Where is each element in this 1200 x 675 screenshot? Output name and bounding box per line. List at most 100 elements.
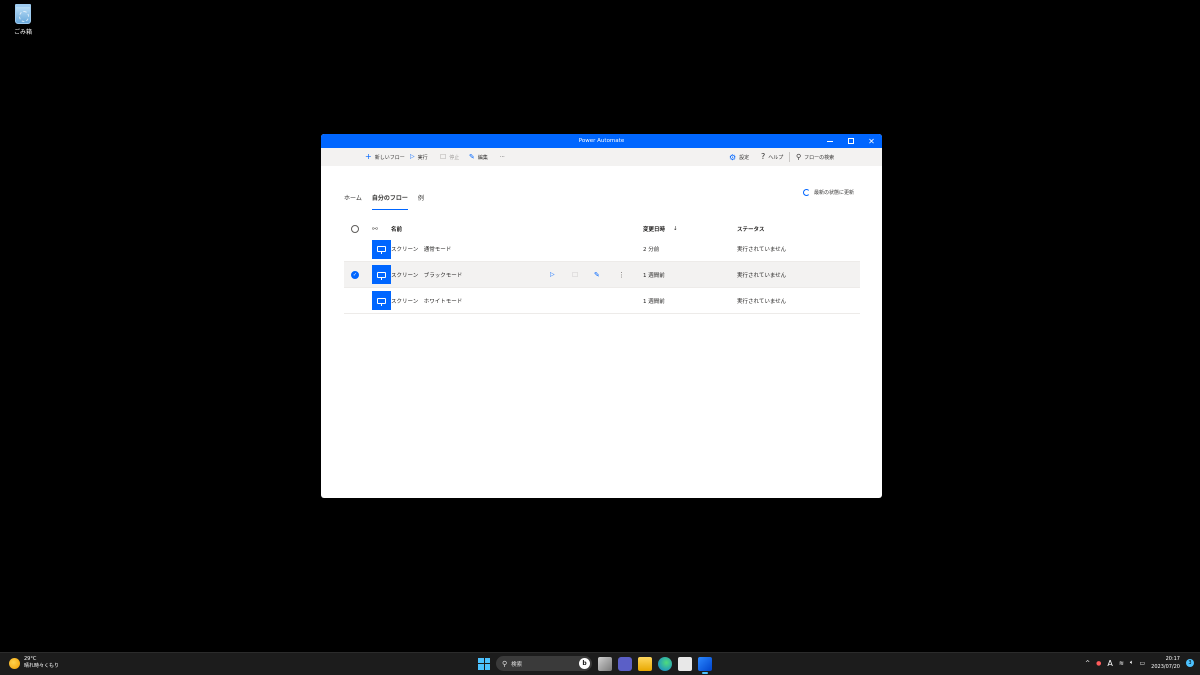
tab-examples[interactable]: 例: [418, 193, 424, 210]
edge-icon[interactable]: [658, 656, 672, 671]
flow-name: スクリーン ブラックモード: [391, 272, 463, 279]
flow-name: スクリーン ホワイトモード: [391, 298, 463, 305]
search-icon: ⚲: [502, 659, 508, 668]
flow-modified: 1 週間前: [643, 272, 665, 279]
minimize-icon: [826, 140, 833, 142]
refresh-button[interactable]: 最新の状態に更新: [802, 189, 854, 196]
flow-status: 実行されていません: [737, 272, 787, 279]
table-row[interactable]: スクリーン ホワイトモード 1 週間前 実行されていません: [344, 288, 860, 314]
row-run-button[interactable]: ▷: [550, 262, 555, 287]
column-header-modified[interactable]: 変更日時 ↓: [643, 222, 678, 236]
question-icon: ?: [761, 152, 766, 161]
more-commands-button[interactable]: ···: [500, 148, 505, 166]
flow-list: ⚯ 名前 変更日時 ↓ ステータス スクリーン 通常モード 2 分前 実行されて…: [344, 222, 860, 314]
column-header-name[interactable]: 名前: [391, 222, 402, 236]
store-icon[interactable]: [678, 656, 692, 671]
weather-description: 晴れ時々くもり: [24, 663, 60, 669]
taskbar-search[interactable]: ⚲ 検索 b: [496, 656, 592, 671]
window-title: Power Automate: [578, 138, 625, 144]
toolbar-divider: [789, 152, 790, 162]
maximize-icon: [847, 138, 854, 144]
chevron-up-icon[interactable]: ^: [1085, 660, 1090, 667]
teams-chat-icon[interactable]: [618, 656, 632, 671]
power-automate-window: Power Automate ✕ + 新しいフロー ▷ 実行 ☐ 停止 ✎ 編集…: [321, 134, 882, 498]
battery-icon[interactable]: ▭: [1140, 660, 1146, 667]
system-tray: ^ ● A ≋ 🔈︎ ▭ 20:17 2023/07/20 3: [1085, 655, 1194, 671]
bing-icon: b: [579, 658, 590, 669]
tab-my-flows[interactable]: 自分のフロー: [371, 193, 408, 210]
tab-home[interactable]: ホーム: [344, 193, 362, 210]
row-edit-button[interactable]: ✎: [594, 262, 600, 287]
pivot-tabs: ホーム 自分のフロー 例: [344, 193, 424, 210]
pencil-icon: ✎: [469, 152, 475, 161]
select-all-checkbox[interactable]: [351, 222, 359, 236]
task-view-icon[interactable]: [598, 656, 612, 671]
wifi-icon[interactable]: ≋: [1119, 660, 1124, 667]
stop-button[interactable]: ☐ 停止: [440, 148, 459, 166]
desktop-flow-icon: [372, 237, 391, 261]
flow-name: スクリーン 通常モード: [391, 247, 452, 253]
minimize-button[interactable]: [819, 134, 840, 148]
desktop-flow-icon: [372, 288, 391, 313]
ime-indicator[interactable]: A: [1107, 659, 1112, 668]
file-explorer-icon[interactable]: [638, 656, 652, 671]
search-icon: ⚲: [796, 152, 802, 161]
desktop-flow-icon: [372, 262, 391, 287]
maximize-button[interactable]: [840, 134, 861, 148]
settings-label: 設定: [739, 154, 750, 161]
more-vertical-icon: ⋮: [618, 270, 625, 279]
flow-status: 実行されていません: [737, 247, 787, 253]
start-button[interactable]: [478, 657, 490, 670]
flow-search-box[interactable]: ⚲ フローの検索: [796, 148, 834, 166]
power-automate-taskbar-icon[interactable]: [698, 656, 712, 674]
edit-button[interactable]: ✎ 編集: [469, 148, 488, 166]
clock[interactable]: 20:17 2023/07/20: [1151, 655, 1180, 671]
clock-date: 2023/07/20: [1151, 664, 1180, 670]
taskbar: 29°C 晴れ時々くもり ⚲ 検索 b ^ ● A ≋ 🔈︎ ▭ 20:17 2…: [0, 652, 1200, 675]
new-flow-button[interactable]: + 新しいフロー: [365, 148, 405, 166]
settings-button[interactable]: ⚙ 設定: [729, 148, 749, 166]
checkmark-icon: ✓: [351, 270, 359, 279]
plus-icon: +: [365, 152, 372, 161]
flow-modified: 1 週間前: [643, 298, 665, 305]
stop-icon: ☐: [572, 270, 579, 279]
row-more-button[interactable]: ⋮: [618, 262, 625, 287]
clock-time: 20:17: [1165, 656, 1180, 662]
run-button[interactable]: ▷ 実行: [410, 148, 428, 166]
table-row[interactable]: スクリーン 通常モード 2 分前 実行されていません: [344, 236, 860, 262]
edit-label: 編集: [477, 154, 488, 161]
app-tray-icon[interactable]: ●: [1096, 660, 1101, 667]
row-stop-button[interactable]: ☐: [572, 262, 578, 287]
notification-badge[interactable]: 3: [1186, 659, 1194, 667]
gear-icon: ⚙: [729, 152, 737, 162]
help-label: ヘルプ: [768, 154, 784, 161]
close-icon: ✕: [868, 136, 875, 146]
taskbar-search-label: 検索: [511, 661, 523, 668]
radio-icon: [351, 225, 359, 233]
command-bar: + 新しいフロー ▷ 実行 ☐ 停止 ✎ 編集 ··· ⚙ 設定 ? ヘルプ ⚲: [321, 148, 882, 166]
refresh-icon: [802, 189, 810, 196]
recycle-bin-label: ごみ箱: [13, 29, 32, 36]
row-checkbox[interactable]: ✓: [351, 262, 359, 287]
recycle-bin-icon: [15, 4, 31, 24]
new-flow-label: 新しいフロー: [374, 154, 405, 161]
flow-search-placeholder: フローの検索: [804, 154, 835, 161]
column-header-status[interactable]: ステータス: [737, 222, 765, 236]
weather-temperature: 29°C: [24, 656, 37, 662]
recycle-bin-desktop-icon[interactable]: ごみ箱: [8, 4, 38, 36]
stop-icon: ☐: [440, 152, 447, 161]
table-row[interactable]: ✓ スクリーン ブラックモード ▷ ☐ ✎ ⋮ 1 週間前 実行されていません: [344, 262, 860, 288]
taskbar-apps: ⚲ 検索 b: [478, 656, 712, 674]
more-icon: ···: [500, 154, 505, 160]
play-icon: ▷: [410, 153, 415, 160]
speaker-icon[interactable]: 🔈︎: [1130, 659, 1134, 667]
flow-status: 実行されていません: [737, 298, 787, 305]
close-button[interactable]: ✕: [861, 134, 882, 148]
flow-modified: 2 分前: [643, 247, 660, 253]
link-icon: ⚯: [372, 225, 378, 233]
weather-widget[interactable]: 29°C 晴れ時々くもり: [9, 656, 59, 670]
pencil-icon: ✎: [594, 270, 600, 279]
help-button[interactable]: ? ヘルプ: [761, 148, 783, 166]
play-icon: ▷: [550, 271, 555, 278]
title-bar[interactable]: Power Automate ✕: [321, 134, 882, 148]
